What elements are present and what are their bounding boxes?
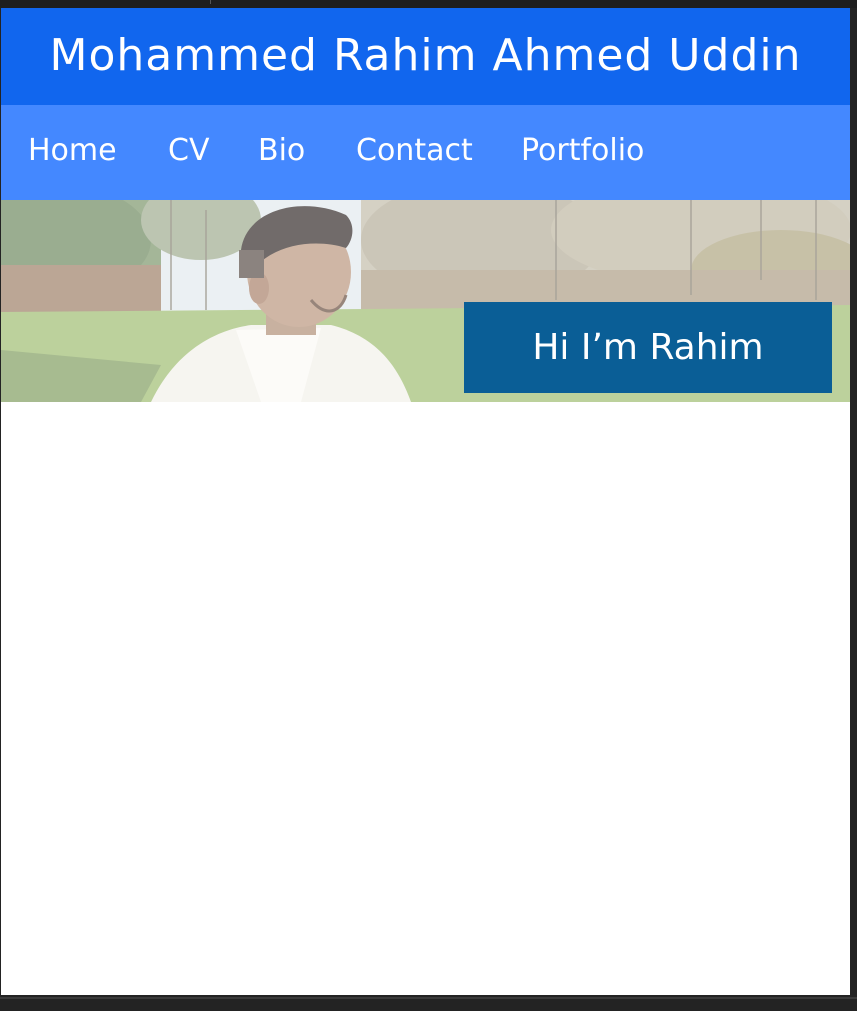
greeting-text: Hi I’m Rahim bbox=[532, 327, 764, 368]
site-header: Mohammed Rahim Ahmed Uddin bbox=[1, 8, 850, 105]
hero-banner: Hi I’m Rahim bbox=[1, 200, 850, 402]
main-nav: Home CV Bio Contact Portfolio bbox=[1, 105, 850, 200]
browser-window: Mohammed Rahim Ahmed Uddin Home CV Bio C… bbox=[0, 0, 857, 1011]
nav-link-home[interactable]: Home bbox=[28, 133, 117, 169]
window-bottom-bar bbox=[0, 995, 857, 1011]
greeting-banner: Hi I’m Rahim bbox=[464, 302, 832, 393]
window-bottom-border bbox=[0, 997, 857, 999]
window-divider bbox=[210, 0, 211, 4]
window-top-bar bbox=[0, 0, 857, 8]
nav-link-bio[interactable]: Bio bbox=[258, 133, 305, 169]
nav-link-cv[interactable]: CV bbox=[168, 133, 209, 169]
nav-link-portfolio[interactable]: Portfolio bbox=[521, 133, 644, 169]
main-content bbox=[1, 402, 850, 995]
site-title: Mohammed Rahim Ahmed Uddin bbox=[49, 30, 802, 81]
nav-link-contact[interactable]: Contact bbox=[356, 133, 473, 169]
page-viewport[interactable]: Mohammed Rahim Ahmed Uddin Home CV Bio C… bbox=[1, 8, 850, 995]
